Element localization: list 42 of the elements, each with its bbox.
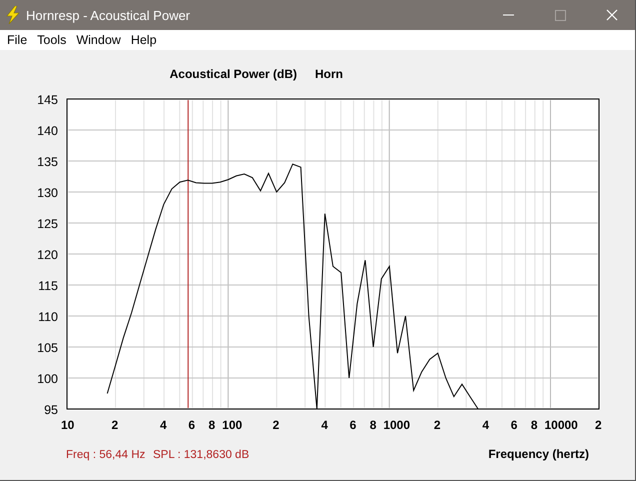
lightning-icon (6, 6, 20, 24)
series-name: Horn (315, 67, 343, 81)
y-tick-label: 110 (38, 310, 58, 324)
y-tick-label: 145 (37, 93, 58, 107)
y-tick-label: 125 (37, 217, 58, 231)
x-tick-label: 6 (350, 418, 356, 432)
spl-readout: SPL : 131,8630 dB (153, 449, 250, 461)
x-tick-label: 8 (530, 418, 538, 432)
minimize-icon (502, 14, 514, 16)
x-tick-label: 4 (482, 418, 490, 432)
x-tick-label: 2 (272, 418, 280, 432)
y-tick-label: 135 (37, 155, 58, 169)
x-tick-label: 10000 (544, 418, 578, 432)
x-axis-label: Frequency (hertz) (488, 447, 589, 461)
close-icon (606, 9, 618, 21)
x-tick-label: 4 (160, 418, 167, 432)
x-tick-label: 6 (188, 418, 196, 432)
y-tick-label: 105 (37, 341, 58, 355)
y-tick-label: 120 (37, 248, 58, 262)
menu-item[interactable]: Window (71, 33, 126, 47)
frequency-readout: Freq : 56,44 Hz (66, 449, 146, 461)
y-tick-label: 95 (44, 403, 58, 417)
y-tick-label: 100 (37, 372, 58, 386)
menu-item[interactable]: Help (126, 33, 162, 47)
x-tick-label: 4 (321, 418, 328, 432)
x-tick-label: 10 (61, 418, 74, 432)
x-tick-label: 6 (510, 418, 518, 432)
x-tick-label: 8 (370, 418, 376, 432)
y-tick-label: 140 (37, 124, 58, 138)
x-tick-label: 8 (208, 418, 216, 432)
chart-title: Acoustical Power (dB) (170, 67, 297, 81)
window-title: Hornresp - Acoustical Power (26, 8, 192, 22)
x-tick-label: 100 (222, 418, 242, 432)
menu-item[interactable]: Tools (32, 33, 72, 47)
y-tick-label: 130 (37, 186, 58, 200)
x-tick-label: 2 (112, 418, 118, 432)
y-tick-label: 115 (38, 279, 58, 293)
menu-item[interactable]: File (2, 33, 32, 47)
x-tick-label: 1000 (383, 418, 410, 432)
x-tick-label: 2 (595, 418, 602, 432)
x-tick-label: 2 (434, 418, 441, 432)
maximize-icon (554, 10, 566, 20)
